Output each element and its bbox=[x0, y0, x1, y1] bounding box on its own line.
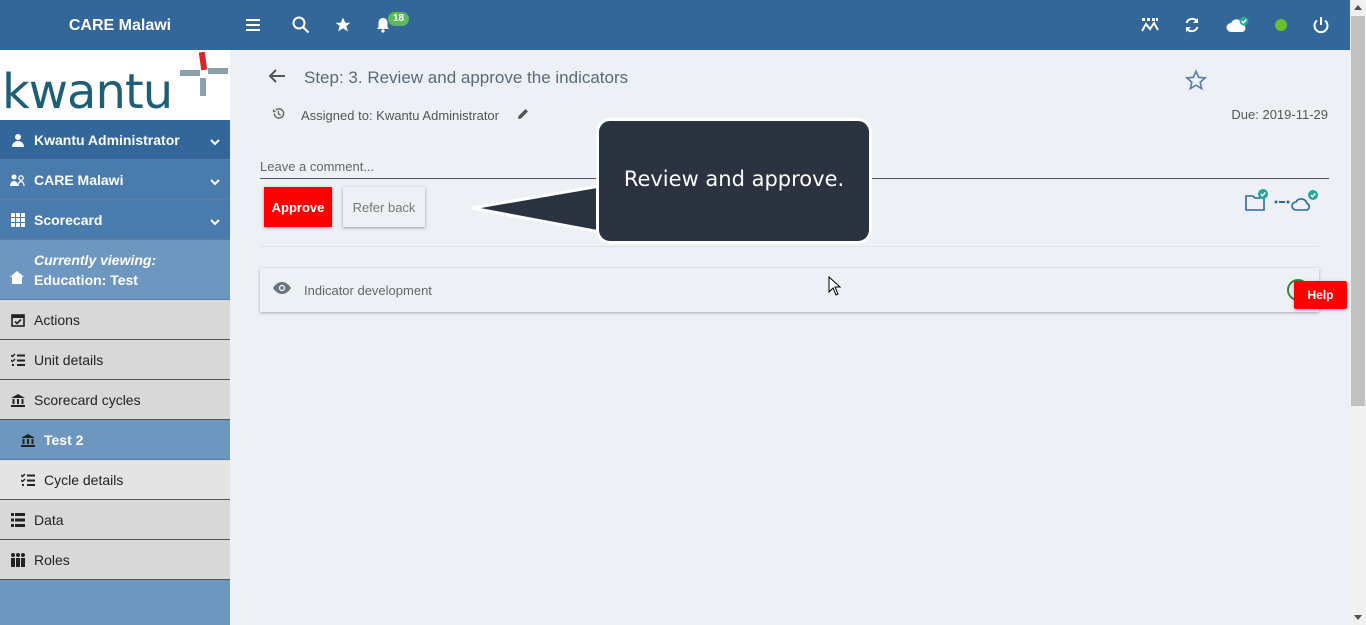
star-icon[interactable] bbox=[331, 13, 355, 37]
scroll-down-icon[interactable] bbox=[1354, 615, 1362, 620]
help-button[interactable]: Help bbox=[1294, 281, 1347, 309]
org-icon bbox=[10, 172, 26, 188]
app-title: CARE Malawi bbox=[68, 17, 172, 34]
sidebar-item-user[interactable]: Kwantu Administrator bbox=[0, 120, 230, 160]
sidebar-item-org[interactable]: CARE Malawi bbox=[0, 160, 230, 200]
assignment-row: Assigned to: Kwantu Administrator bbox=[272, 107, 529, 123]
favorite-star-icon[interactable] bbox=[1184, 69, 1208, 96]
approve-button[interactable]: Approve bbox=[264, 187, 332, 227]
back-arrow-icon[interactable] bbox=[268, 68, 286, 89]
user-icon bbox=[10, 132, 26, 148]
dashboard-icon[interactable] bbox=[1138, 13, 1162, 37]
divider bbox=[260, 246, 1318, 247]
cloud-sync-icon[interactable] bbox=[1224, 13, 1252, 37]
step-title: Step: 3. Review and approve the indicato… bbox=[304, 68, 629, 87]
tooltip-text: Review and approve. bbox=[623, 167, 845, 191]
sidebar-item-label: Kwantu Administrator bbox=[34, 131, 180, 148]
mouse-cursor-icon bbox=[828, 276, 842, 296]
sidebar-item-scorecard[interactable]: Scorecard bbox=[0, 200, 230, 240]
indicator-development-panel[interactable]: Indicator development bbox=[260, 268, 1319, 312]
sidebar-item-scorecard-cycles[interactable]: Scorecard cycles bbox=[0, 380, 230, 420]
viewing-value: Education: Test bbox=[34, 271, 138, 288]
grid-icon bbox=[10, 212, 26, 228]
logo-text: kwantu bbox=[2, 64, 173, 120]
sidebar-item-roles[interactable]: Roles bbox=[0, 540, 230, 580]
sidebar-item-data[interactable]: Data bbox=[0, 500, 230, 540]
chevron-down-icon bbox=[210, 133, 220, 149]
notification-count-badge: 18 bbox=[388, 12, 410, 26]
sidebar-item-label: Actions bbox=[34, 311, 80, 328]
sidebar-item-actions[interactable]: Actions bbox=[0, 300, 230, 340]
scrollbar-thumb[interactable] bbox=[1351, 16, 1365, 406]
refer-back-button[interactable]: Refer back bbox=[343, 187, 425, 227]
power-icon[interactable] bbox=[1309, 13, 1333, 37]
due-date: Due: 2019-11-29 bbox=[1231, 107, 1328, 122]
pencil-icon[interactable] bbox=[517, 108, 529, 123]
sync-status bbox=[1244, 188, 1320, 217]
tooltip-tail bbox=[471, 184, 602, 234]
history-icon bbox=[272, 107, 285, 123]
sidebar-item-label: Roles bbox=[34, 551, 70, 568]
list-icon bbox=[10, 512, 26, 528]
logo-cross-icon bbox=[180, 52, 228, 96]
eye-icon bbox=[272, 281, 292, 300]
menu-icon[interactable] bbox=[241, 13, 265, 37]
kwantu-logo: kwantu bbox=[0, 50, 230, 120]
folder-sync-icon bbox=[1245, 189, 1318, 211]
checklist-icon bbox=[20, 472, 36, 488]
sidebar-item-label: Test 2 bbox=[44, 431, 84, 448]
refresh-icon[interactable] bbox=[1180, 13, 1204, 37]
tooltip-callout: Review and approve. bbox=[596, 118, 872, 244]
sidebar-item-label: Unit details bbox=[34, 351, 104, 368]
sidebar-item-label: Scorecard bbox=[34, 211, 103, 228]
scroll-up-icon[interactable] bbox=[1354, 5, 1362, 10]
top-bar: CARE Malawi 18 bbox=[0, 0, 1350, 50]
sidebar-item-label: CARE Malawi bbox=[34, 171, 124, 188]
viewing-prefix: Currently viewing: bbox=[34, 251, 157, 268]
sidebar-item-label: Data bbox=[34, 511, 64, 528]
calendar-check-icon bbox=[10, 312, 26, 328]
sidebar-item-test-2[interactable]: Test 2 bbox=[0, 420, 230, 460]
institution-icon bbox=[10, 392, 26, 408]
vertical-scrollbar[interactable] bbox=[1350, 0, 1366, 625]
panel-label: Indicator development bbox=[304, 282, 432, 298]
assigned-to: Assigned to: Kwantu Administrator bbox=[301, 107, 499, 123]
chevron-down-icon bbox=[210, 173, 220, 189]
sidebar: kwantu Kwantu Administrator CARE Malawi … bbox=[0, 50, 230, 625]
sidebar-item-label: Scorecard cycles bbox=[34, 391, 141, 408]
sidebar-item-cycle-details[interactable]: Cycle details bbox=[0, 460, 230, 500]
sidebar-item-unit-details[interactable]: Unit details bbox=[0, 340, 230, 380]
online-status-icon bbox=[1275, 19, 1287, 31]
currently-viewing[interactable]: Currently viewing: Education: Test bbox=[0, 240, 230, 300]
home-icon bbox=[10, 270, 24, 289]
sidebar-item-label: Cycle details bbox=[44, 471, 124, 488]
people-icon bbox=[10, 552, 26, 568]
checklist-icon bbox=[10, 352, 26, 368]
chevron-down-icon bbox=[210, 213, 220, 229]
institution-icon bbox=[20, 432, 36, 448]
search-icon[interactable] bbox=[289, 13, 313, 37]
